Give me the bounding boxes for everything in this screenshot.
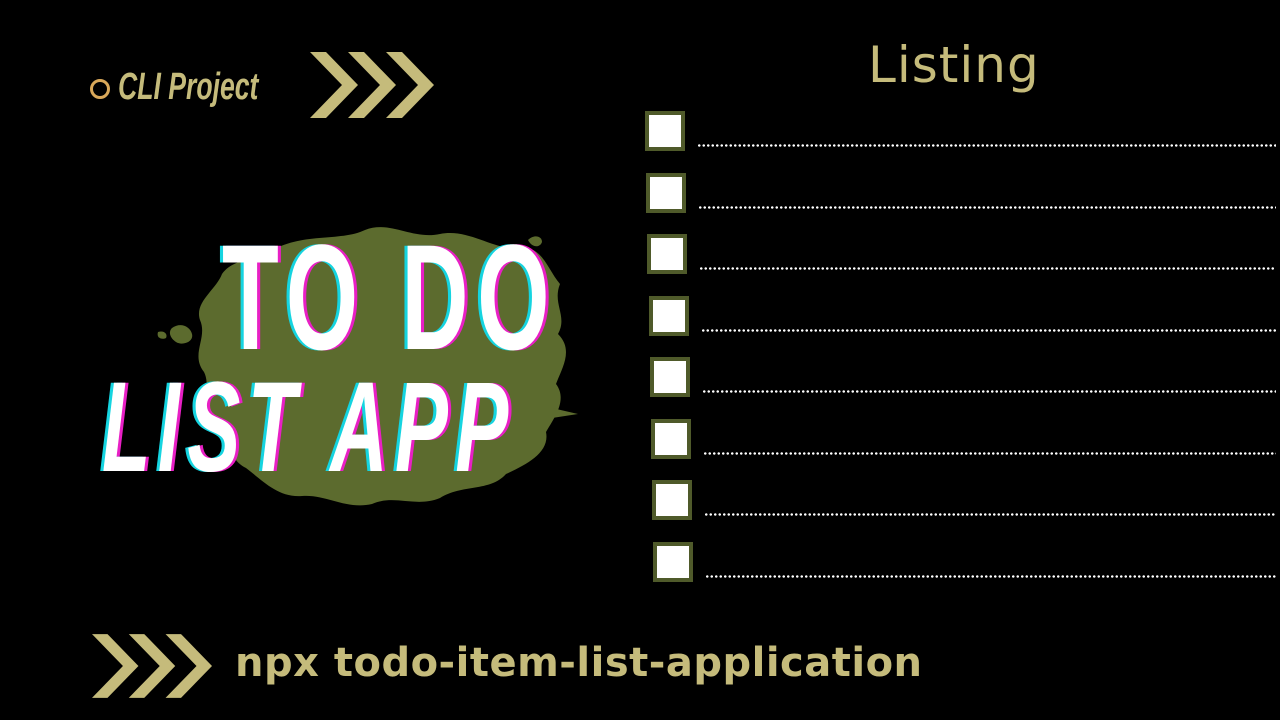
npx-command-text: npx todo-item-list-application [235,640,923,686]
checklist-checkbox[interactable] [650,357,690,397]
dotted-line [702,390,1276,393]
checklist-checkbox[interactable] [645,111,685,151]
dotted-line [703,452,1276,455]
triple-chevron-right-icon [92,634,212,698]
checklist-row [647,234,1280,278]
checklist-row [650,357,1280,401]
cli-project-label: CLI Project [118,65,259,108]
dotted-line [704,513,1276,516]
triple-chevron-right-icon [310,52,434,118]
listing-heading: Listing [868,36,1040,94]
checklist-checkbox[interactable] [646,173,686,213]
checklist-row [645,111,1280,155]
dotted-line [699,267,1276,270]
checklist-checkbox[interactable] [652,480,692,520]
title-line-to-do: TO DO [222,213,559,381]
checklist-row [651,419,1280,463]
title-line-list-app: LIST APP [102,356,516,499]
dotted-line [705,575,1276,578]
checklist-checkbox[interactable] [653,542,693,582]
checklist-row [646,173,1280,217]
checklist-checkbox[interactable] [651,419,691,459]
ring-icon [90,79,110,99]
checklist-checkbox[interactable] [647,234,687,274]
checklist-row [649,296,1280,340]
thumbnail-canvas: CLI Project TO DO LIST APP Listing npx t… [0,0,1280,720]
checklist-row [652,480,1280,524]
cli-project-badge: CLI Project [90,52,288,122]
checklist-row [653,542,1280,586]
dotted-line [701,329,1276,332]
dotted-line [697,144,1276,147]
checklist-checkbox[interactable] [649,296,689,336]
dotted-line [698,206,1276,209]
